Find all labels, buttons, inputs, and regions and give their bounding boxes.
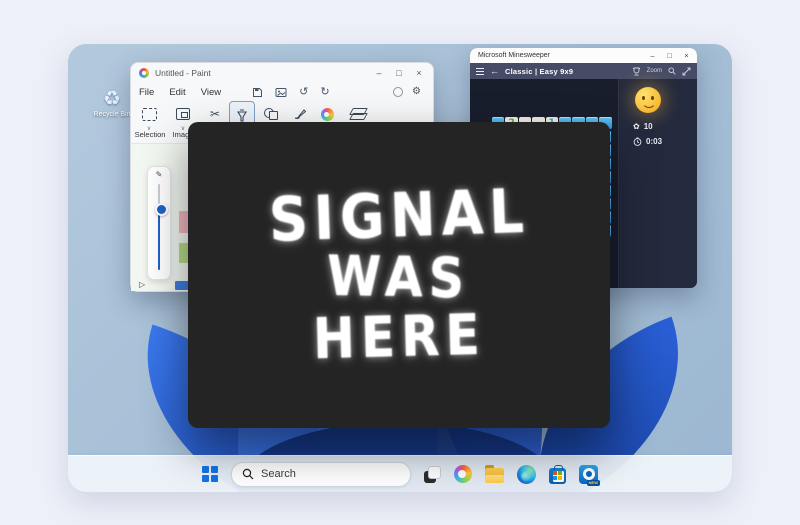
- maximize-button[interactable]: □: [389, 64, 409, 82]
- file-explorer-button[interactable]: [485, 468, 504, 483]
- paint-menubar: File Edit View ↺ ↻ ⚙: [131, 83, 433, 101]
- scissors-tool-button[interactable]: ✂: [205, 104, 225, 124]
- selection-icon: [142, 108, 157, 121]
- search-input[interactable]: Search: [231, 462, 411, 487]
- graffiti-line-2: WAS: [327, 248, 471, 305]
- taskbar: Search NEW: [68, 455, 732, 492]
- search-placeholder: Search: [261, 468, 296, 480]
- resize-arrow-icon[interactable]: ▷: [139, 280, 145, 289]
- clock-icon: [633, 137, 642, 146]
- paint-app-icon: [139, 68, 149, 78]
- menu-edit[interactable]: Edit: [169, 87, 185, 98]
- smiley-reset-button[interactable]: [635, 87, 661, 113]
- brushes-tool-button[interactable]: [289, 104, 309, 124]
- undo-icon[interactable]: ↺: [299, 87, 308, 98]
- image-tool-button[interactable]: [173, 104, 193, 124]
- store-window-logo: [553, 471, 564, 482]
- picture-icon[interactable]: [275, 87, 287, 98]
- paint-titlebar[interactable]: Untitled - Paint – □ ×: [131, 63, 433, 83]
- outlook-new-badge: NEW: [587, 480, 600, 486]
- search-icon: [242, 468, 254, 480]
- mine-count-value: 10: [644, 122, 653, 131]
- mine-flower-icon: ✿: [633, 123, 640, 131]
- graffiti-line-3: HERE: [312, 306, 486, 367]
- minesweeper-window-title: Microsoft Minesweeper: [478, 52, 550, 59]
- crop-icon: [176, 108, 190, 120]
- minesweeper-side-panel: ✿ 10 0:03: [618, 79, 697, 288]
- slider-thumb[interactable]: [155, 203, 168, 216]
- selection-group-label: Selection: [131, 130, 169, 139]
- graffiti-line-1: SIGNAL: [268, 181, 531, 251]
- close-button[interactable]: ×: [678, 49, 695, 63]
- pencil-icon: ✎: [148, 170, 170, 179]
- fullscreen-icon[interactable]: [682, 67, 691, 76]
- zoom-label: Zoom: [647, 68, 662, 74]
- scissors-icon: ✂: [210, 108, 220, 120]
- layers-icon: [351, 108, 364, 120]
- menu-hamburger-icon[interactable]: [476, 68, 484, 75]
- desktop-screen: ♻ Recycle Bin Untitled - Paint – □ × Fil…: [68, 44, 732, 492]
- zoom-slider-panel: ✎: [147, 166, 171, 280]
- minimize-button[interactable]: –: [369, 64, 389, 82]
- minesweeper-titlebar[interactable]: Microsoft Minesweeper – □ ×: [470, 48, 697, 63]
- magnifier-icon[interactable]: [668, 67, 676, 75]
- mine-counter: ✿ 10: [633, 122, 693, 131]
- selection-tool-button[interactable]: [139, 104, 159, 124]
- outlook-button[interactable]: NEW: [579, 465, 598, 484]
- graffiti-overlay: SIGNAL WAS HERE: [188, 122, 610, 428]
- start-button[interactable]: [202, 466, 218, 482]
- copilot-taskbar-button[interactable]: [454, 465, 472, 483]
- copilot-button[interactable]: [317, 104, 337, 124]
- timer-value: 0:03: [646, 137, 662, 146]
- minimize-button[interactable]: –: [644, 49, 661, 63]
- menu-file[interactable]: File: [139, 87, 154, 98]
- minesweeper-navbar: ← Classic | Easy 9x9 Zoom: [470, 63, 697, 79]
- redo-icon[interactable]: ↻: [320, 87, 329, 98]
- status-dot-icon[interactable]: [393, 87, 403, 97]
- layers-button[interactable]: [347, 104, 367, 124]
- spray-can-icon: [236, 109, 248, 123]
- gear-icon[interactable]: ⚙: [412, 87, 421, 97]
- game-mode-label: Classic | Easy 9x9: [505, 67, 573, 76]
- copilot-icon: [321, 108, 334, 121]
- paint-window-title: Untitled - Paint: [155, 68, 211, 78]
- edge-browser-button[interactable]: [517, 465, 536, 484]
- save-icon[interactable]: [252, 87, 263, 98]
- back-arrow-icon[interactable]: ←: [490, 67, 499, 76]
- trophy-icon[interactable]: [632, 67, 641, 76]
- outlook-o-icon: [583, 468, 595, 480]
- slider-fill: [158, 207, 160, 270]
- close-button[interactable]: ×: [409, 64, 429, 82]
- menu-view[interactable]: View: [201, 87, 221, 98]
- microsoft-store-button[interactable]: [549, 468, 566, 484]
- shapes-tool-button[interactable]: [261, 104, 281, 124]
- shapes-icon: [264, 108, 278, 120]
- maximize-button[interactable]: □: [661, 49, 678, 63]
- timer: 0:03: [633, 137, 693, 146]
- task-view-button[interactable]: [424, 466, 441, 483]
- brush-icon: [293, 108, 306, 120]
